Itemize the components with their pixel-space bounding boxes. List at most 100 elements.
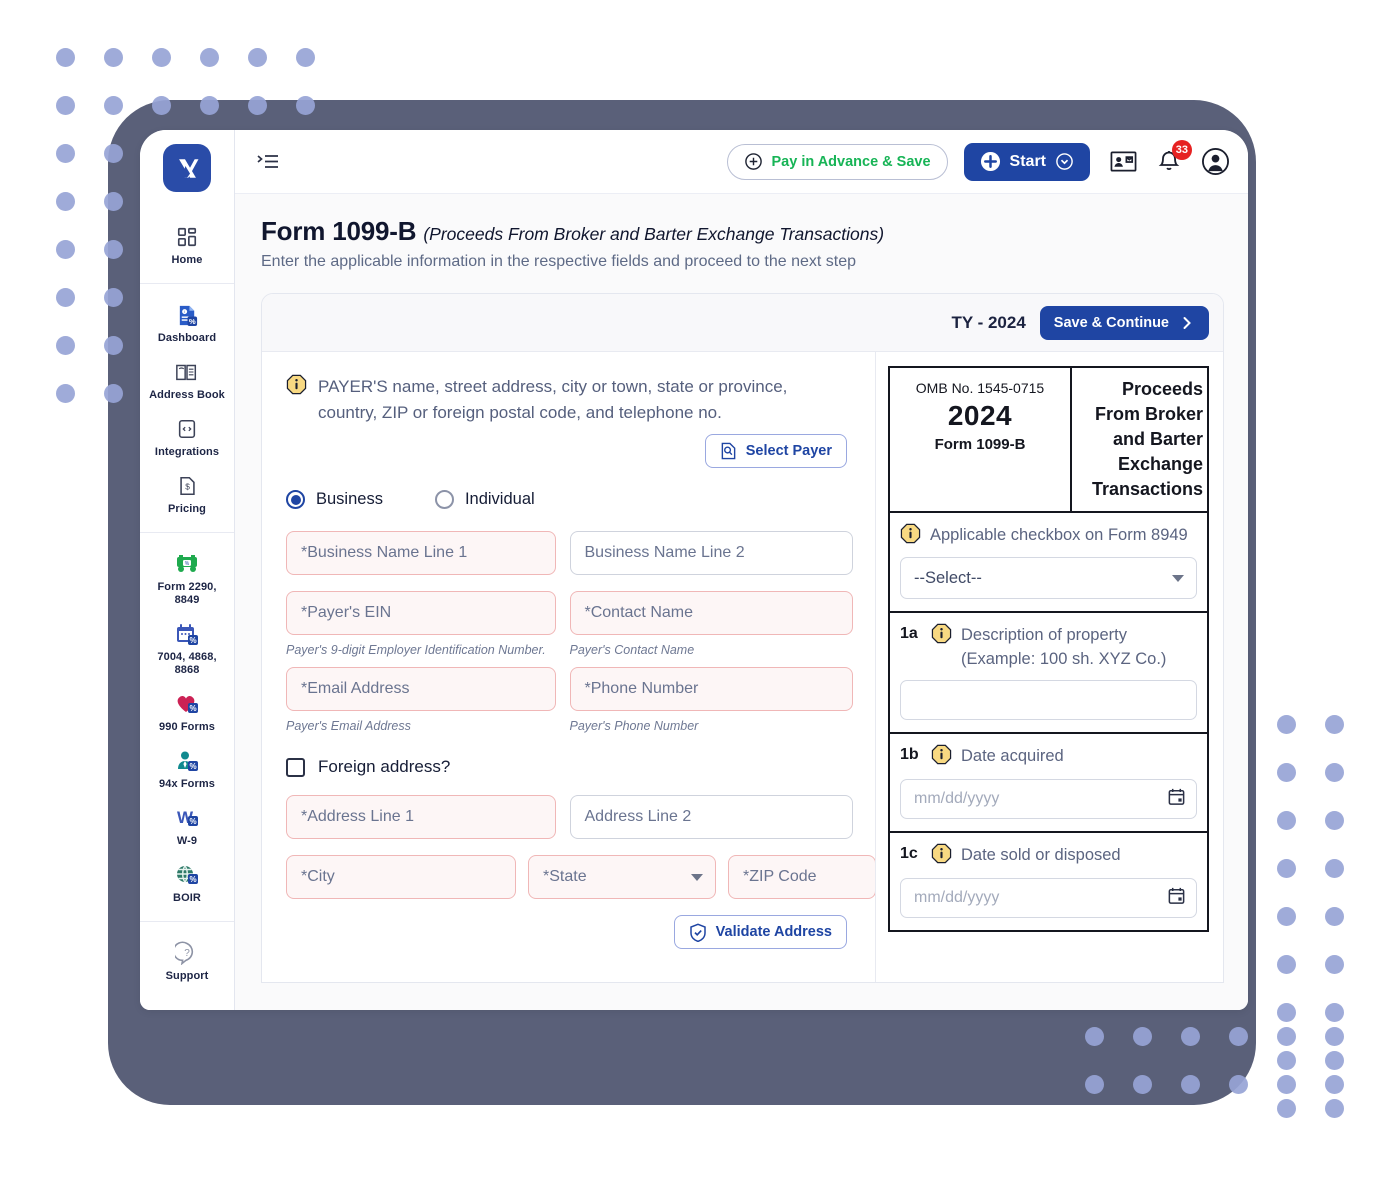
validate-address-button[interactable]: Validate Address xyxy=(673,915,847,949)
state-select[interactable]: *State xyxy=(528,855,716,899)
foreign-address-checkbox[interactable] xyxy=(286,757,305,777)
zip-cell: *ZIP Code xyxy=(728,855,876,899)
svg-text:%: % xyxy=(189,636,196,645)
contact-name-input[interactable]: *Contact Name xyxy=(569,591,853,635)
user-account-icon[interactable] xyxy=(1201,147,1230,176)
sidebar-item-support[interactable]: ? Support xyxy=(140,932,234,989)
sidebar-group-2: i % Dashboard Address Book Integrations … xyxy=(140,284,234,533)
preview-block-head: Applicable checkbox on Form 8949 xyxy=(900,523,1197,549)
preview-block-head: 1c Date sold or disposed xyxy=(900,843,1197,869)
form-8949-checkbox-select[interactable]: --Select-- xyxy=(900,557,1197,599)
decorative-dot xyxy=(1277,1075,1296,1094)
city-cell: *City xyxy=(286,855,516,899)
sidebar-item-label: Pricing xyxy=(168,503,206,515)
decorative-dot xyxy=(248,96,267,115)
business-name-1-input[interactable]: *Business Name Line 1 xyxy=(286,531,556,575)
preview-num-1b: 1b xyxy=(900,746,919,763)
decorative-dot xyxy=(1277,1099,1296,1118)
info-icon[interactable] xyxy=(931,744,952,770)
sidebar-item-integrations[interactable]: Integrations xyxy=(140,408,234,465)
email-address-input[interactable]: *Email Address xyxy=(286,667,556,711)
decorative-dot xyxy=(104,336,123,355)
contact-card-icon[interactable] xyxy=(1110,150,1137,173)
email-cell: *Email Address Payer's Email Address xyxy=(286,667,570,735)
pay-in-advance-button[interactable]: Pay in Advance & Save xyxy=(726,143,948,180)
business-name-2-input[interactable]: Business Name Line 2 xyxy=(569,531,853,575)
state-select-value: *State xyxy=(543,868,587,885)
decorative-dot xyxy=(56,192,75,211)
sidebar-item-label: 94x Forms xyxy=(159,778,215,790)
payer-name-fields: *Business Name Line 1 Business Name Line… xyxy=(286,531,853,735)
address-line-2-input[interactable]: Address Line 2 xyxy=(569,795,853,839)
select-payer-button[interactable]: Select Payer xyxy=(704,434,847,468)
decorative-dot xyxy=(1277,859,1296,878)
form-card-body: PAYER'S name, street address, city or to… xyxy=(262,352,1223,982)
sidebar-item-label: 990 Forms xyxy=(159,721,215,733)
city-input[interactable]: *City xyxy=(286,855,516,899)
sidebar-item-pricing[interactable]: $ Pricing xyxy=(140,465,234,522)
contact-name-hint: Payer's Contact Name xyxy=(569,643,695,657)
start-button[interactable]: Start xyxy=(963,142,1090,181)
payer-form-column: PAYER'S name, street address, city or to… xyxy=(262,352,876,982)
home-grid-icon xyxy=(176,224,198,250)
date-acquired-input[interactable]: mm/dd/yyyy xyxy=(900,779,1197,819)
decorative-dot xyxy=(1181,1027,1200,1046)
sidebar-item-form-2290[interactable]: % Form 2290, 8849 xyxy=(140,543,234,613)
preview-block-1c: 1c Date sold or disposed mm/dd/yyyy xyxy=(888,833,1209,932)
sidebar-item-7004[interactable]: % 7004, 4868, 8868 xyxy=(140,613,234,683)
sidebar-item-w9[interactable]: W % W-9 xyxy=(140,797,234,854)
zip-code-input[interactable]: *ZIP Code xyxy=(728,855,876,899)
decorative-dot xyxy=(1133,1027,1152,1046)
preview-block-head: 1a Description of property (Example: 100… xyxy=(900,623,1197,671)
shield-check-icon xyxy=(689,922,706,942)
decorative-dot xyxy=(1181,1075,1200,1094)
phone-number-input[interactable]: *Phone Number xyxy=(569,667,853,711)
preview-label-8949: Applicable checkbox on Form 8949 xyxy=(930,526,1188,544)
business-name-2-cell: Business Name Line 2 xyxy=(569,531,853,575)
decorative-dot xyxy=(104,144,123,163)
preview-block-head: 1b Date acquired xyxy=(900,744,1197,770)
save-and-continue-button[interactable]: Save & Continue xyxy=(1039,305,1209,340)
sidebar-group-1: Home xyxy=(140,206,234,284)
chevron-down-icon xyxy=(1056,153,1073,170)
notification-bell-icon[interactable]: 33 xyxy=(1157,140,1192,174)
info-icon[interactable] xyxy=(931,623,952,649)
sidebar-item-home[interactable]: Home xyxy=(140,216,234,273)
omb-header: OMB No. 1545-0715 2024 Form 1099-B Proce… xyxy=(888,366,1209,513)
description-of-property-input[interactable] xyxy=(900,680,1197,720)
foreign-address-checkbox-row[interactable]: Foreign address? xyxy=(286,757,853,777)
sidebar-item-990-forms[interactable]: % 990 Forms xyxy=(140,683,234,740)
sidebar-item-94x-forms[interactable]: % 94x Forms xyxy=(140,740,234,797)
payer-ein-input[interactable]: *Payer's EIN xyxy=(286,591,556,635)
date-sold-input[interactable]: mm/dd/yyyy xyxy=(900,878,1197,918)
decorative-dot xyxy=(1325,1027,1344,1046)
chevron-down-icon xyxy=(1172,574,1184,582)
calendar-icon: % xyxy=(175,621,199,647)
sidebar-item-address-book[interactable]: Address Book xyxy=(140,351,234,408)
app-logo[interactable] xyxy=(163,144,211,192)
info-icon[interactable] xyxy=(286,374,307,400)
foreign-address-label: Foreign address? xyxy=(318,757,451,776)
row-gap xyxy=(286,575,853,591)
info-icon[interactable] xyxy=(931,843,952,869)
sidebar-group-4: ? Support xyxy=(140,922,234,999)
decorative-dot xyxy=(56,384,75,403)
address-line-1-input[interactable]: *Address Line 1 xyxy=(286,795,556,839)
address-2-cell: Address Line 2 xyxy=(569,795,853,839)
page-title-main: Form 1099-B xyxy=(261,216,417,246)
sidebar-item-label: BOIR xyxy=(173,892,201,904)
preview-label-1a: Description of property (Example: 100 sh… xyxy=(961,626,1167,668)
pricing-dollar-icon: $ xyxy=(177,473,198,499)
date-sold-placeholder: mm/dd/yyyy xyxy=(914,889,1000,906)
info-icon[interactable] xyxy=(900,523,921,549)
calendar-icon[interactable] xyxy=(1167,886,1186,910)
decorative-dot xyxy=(1325,955,1344,974)
radio-business[interactable]: Business xyxy=(286,490,383,509)
address-book-icon xyxy=(175,359,199,385)
calendar-icon[interactable] xyxy=(1167,787,1186,811)
sidebar-item-boir[interactable]: % BOIR xyxy=(140,854,234,911)
collapse-menu-icon[interactable] xyxy=(257,153,279,170)
sidebar-item-dashboard[interactable]: i % Dashboard xyxy=(140,294,234,351)
radio-individual[interactable]: Individual xyxy=(434,490,535,509)
page-content: Form 1099-B (Proceeds From Broker and Ba… xyxy=(235,194,1248,1010)
